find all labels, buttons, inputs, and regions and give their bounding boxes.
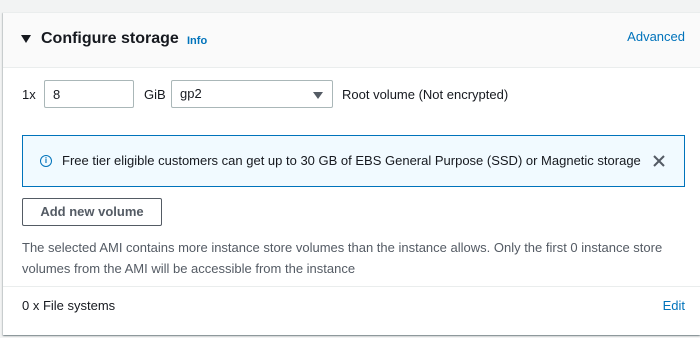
- divider: [3, 286, 700, 287]
- instance-store-warning: The selected AMI contains more instance …: [22, 240, 663, 276]
- close-icon[interactable]: [651, 153, 667, 169]
- volume-quantity-label: 1x: [22, 87, 36, 102]
- section-title: Configure storage: [41, 30, 179, 47]
- info-icon: i: [40, 155, 52, 167]
- add-new-volume-button[interactable]: Add new volume: [22, 198, 162, 226]
- file-systems-edit-link[interactable]: Edit: [663, 298, 685, 313]
- caret-down-icon[interactable]: [21, 35, 31, 43]
- volume-description: Root volume (Not encrypted): [342, 87, 509, 102]
- volume-type-value: gp2: [180, 86, 202, 101]
- configure-storage-panel: Configure storage Info Advanced 1x GiB g…: [3, 12, 700, 335]
- volume-size-unit: GiB: [144, 87, 166, 102]
- section-header[interactable]: Configure storage Info Advanced: [3, 13, 700, 68]
- free-tier-alert: i Free tier eligible customers can get u…: [22, 135, 685, 187]
- alert-message: Free tier eligible customers can get up …: [62, 153, 641, 168]
- advanced-link[interactable]: Advanced: [627, 29, 685, 44]
- info-link[interactable]: Info: [187, 35, 207, 47]
- volume-type-select[interactable]: gp2: [171, 80, 333, 108]
- volume-size-input[interactable]: [44, 80, 134, 108]
- file-systems-label: 0 x File systems: [22, 298, 116, 313]
- chevron-down-icon: [313, 92, 323, 99]
